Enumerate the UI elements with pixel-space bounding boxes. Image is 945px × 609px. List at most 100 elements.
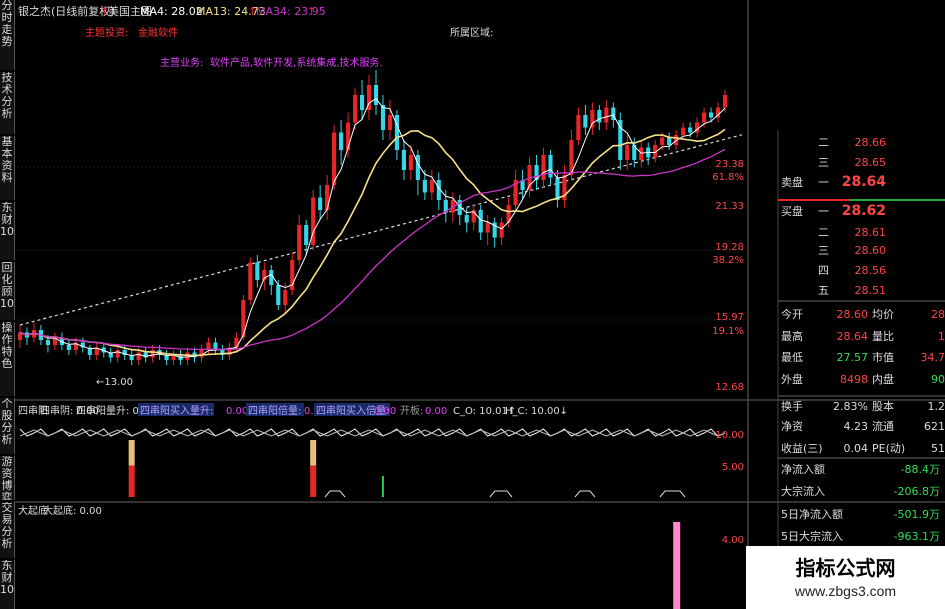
indicator1-axis-label: 10.00 (715, 430, 744, 441)
order-level-label: 五 (818, 284, 829, 297)
flow-key: 大宗流入 (781, 484, 825, 498)
candle-up (590, 110, 595, 128)
indicator2-value: 大起底: 0.00 (43, 504, 102, 517)
fund-key: 股本 (872, 399, 894, 413)
quote-key: 市值 (872, 350, 894, 364)
sidebar-tab[interactable]: 交易分析 (0, 502, 15, 558)
candle-down (618, 120, 623, 160)
indicator1-bar-top (128, 440, 135, 466)
ma4-label: MA4: 28.02 (140, 5, 203, 18)
candle-down (339, 132, 344, 150)
indicator1-bar (310, 465, 317, 497)
price-axis-label: 38.2% (712, 255, 744, 266)
price-axis-label: 15.97 (715, 312, 744, 323)
sidebar-tab[interactable]: 操作特色 (0, 322, 15, 396)
indicator1-legend-item: 0.00 (425, 406, 447, 417)
fund-key: 换手 (781, 399, 803, 413)
fund-key: 收益(三) (781, 441, 823, 455)
candle-down (359, 95, 365, 110)
indicator1-bar (128, 465, 135, 497)
fund-value: 1.2 (928, 400, 945, 413)
fund-key: PE(动) (872, 442, 905, 455)
order-level-label: 三 (818, 244, 829, 257)
fund-value: 621 (924, 420, 945, 433)
sell-price: 28.65 (855, 156, 887, 169)
business-value: 软件产品,软件开发,系统集成,技术服务. (210, 56, 383, 69)
indicator2-bar (673, 522, 681, 609)
flow-key: 净流入额 (781, 462, 825, 476)
candle-up (234, 337, 239, 348)
order-level-label: 四 (818, 264, 829, 277)
up-arrow-icon: ↑ (307, 5, 316, 18)
candle-down (66, 345, 71, 350)
candle-down (708, 112, 714, 118)
sidebar-tab[interactable]: 技术分析 (0, 72, 15, 134)
sidebar-tab[interactable]: 分时走势 (0, 0, 15, 70)
candle-up (408, 155, 413, 170)
buy-price: 28.62 (842, 203, 886, 219)
indicator1-legend-item: 0.00 (374, 406, 396, 417)
candle-down (45, 340, 50, 345)
business-label: 主营业务: (160, 56, 203, 69)
flow-value: -501.9万 (894, 508, 940, 521)
flow-key: 5日净流入额 (781, 507, 843, 521)
quote-key: 外盘 (781, 372, 803, 386)
flow-value: -88.4万 (901, 463, 940, 476)
buy-price: 28.61 (855, 226, 887, 239)
order-level-label: 一 (818, 176, 829, 189)
candle-down (318, 197, 323, 210)
indicator1-legend-item: 四串阳倍量: (248, 404, 301, 417)
sidebar-tab[interactable]: 个股分析 (0, 398, 15, 454)
candle-down (276, 285, 281, 305)
candle-up (248, 262, 253, 300)
fund-value: 0.04 (844, 442, 869, 455)
sidebar-tab[interactable]: 东财10 (0, 202, 15, 260)
sidebar-tab[interactable]: 回化顾10 (0, 262, 15, 320)
quote-value: 1 (938, 330, 945, 343)
quote-value: 90 (931, 373, 945, 386)
order-level-label: 二 (818, 136, 829, 149)
candle-down (464, 215, 469, 223)
candle-down (255, 262, 260, 280)
candle-up (681, 127, 686, 135)
order-level-label: 三 (818, 156, 829, 169)
candle-down (269, 270, 274, 285)
sell-price: 28.66 (855, 136, 887, 149)
sidebar-tab[interactable]: 基本资料 (0, 136, 15, 200)
quote-value: 27.57 (837, 351, 869, 364)
flow-key: 5日大宗流入 (781, 529, 843, 543)
indicator1-legend-item: 开板: (400, 404, 423, 417)
candle-up (576, 115, 581, 140)
buy-price: 28.60 (855, 244, 887, 257)
quote-key: 均价 (872, 308, 894, 321)
candle-up (115, 350, 120, 358)
candle-down (478, 210, 483, 233)
buy-price: 28.51 (855, 284, 887, 297)
candle-down (688, 127, 693, 133)
candle-down (304, 225, 309, 245)
quote-value: 28 (931, 308, 945, 321)
buy-price: 28.56 (855, 264, 887, 277)
indicator1-axis-label: 5.00 (722, 462, 744, 473)
concept-label: 主题投资: (85, 26, 128, 39)
candle-up (345, 122, 351, 150)
candle-up (283, 290, 288, 305)
stock-chart-canvas[interactable]: 银之杰(日线前复权) ↑ 美国主图 MA4: 28.02 MA13: 24.73… (0, 0, 945, 609)
candle-up (604, 107, 609, 123)
candle-up (387, 115, 393, 130)
fund-value: 2.83% (833, 400, 868, 413)
quote-key: 量比 (872, 330, 894, 343)
sell-side-label: 卖盘 (781, 175, 803, 189)
low-price-label: ←13.00 (96, 377, 133, 388)
flow-value: -206.8万 (894, 485, 940, 498)
candle-down (597, 110, 602, 123)
candle-up (639, 147, 644, 160)
sidebar-tab[interactable]: 东财10 (0, 560, 15, 609)
candle-down (422, 180, 427, 193)
indicator1-legend-item: 0.00 (226, 406, 248, 417)
sidebar-tab[interactable]: 游资博弈 (0, 456, 15, 500)
indicator2-bars (673, 522, 681, 609)
candle-down (555, 177, 560, 200)
candle-up (297, 225, 302, 260)
fund-key: 流通 (872, 419, 894, 433)
